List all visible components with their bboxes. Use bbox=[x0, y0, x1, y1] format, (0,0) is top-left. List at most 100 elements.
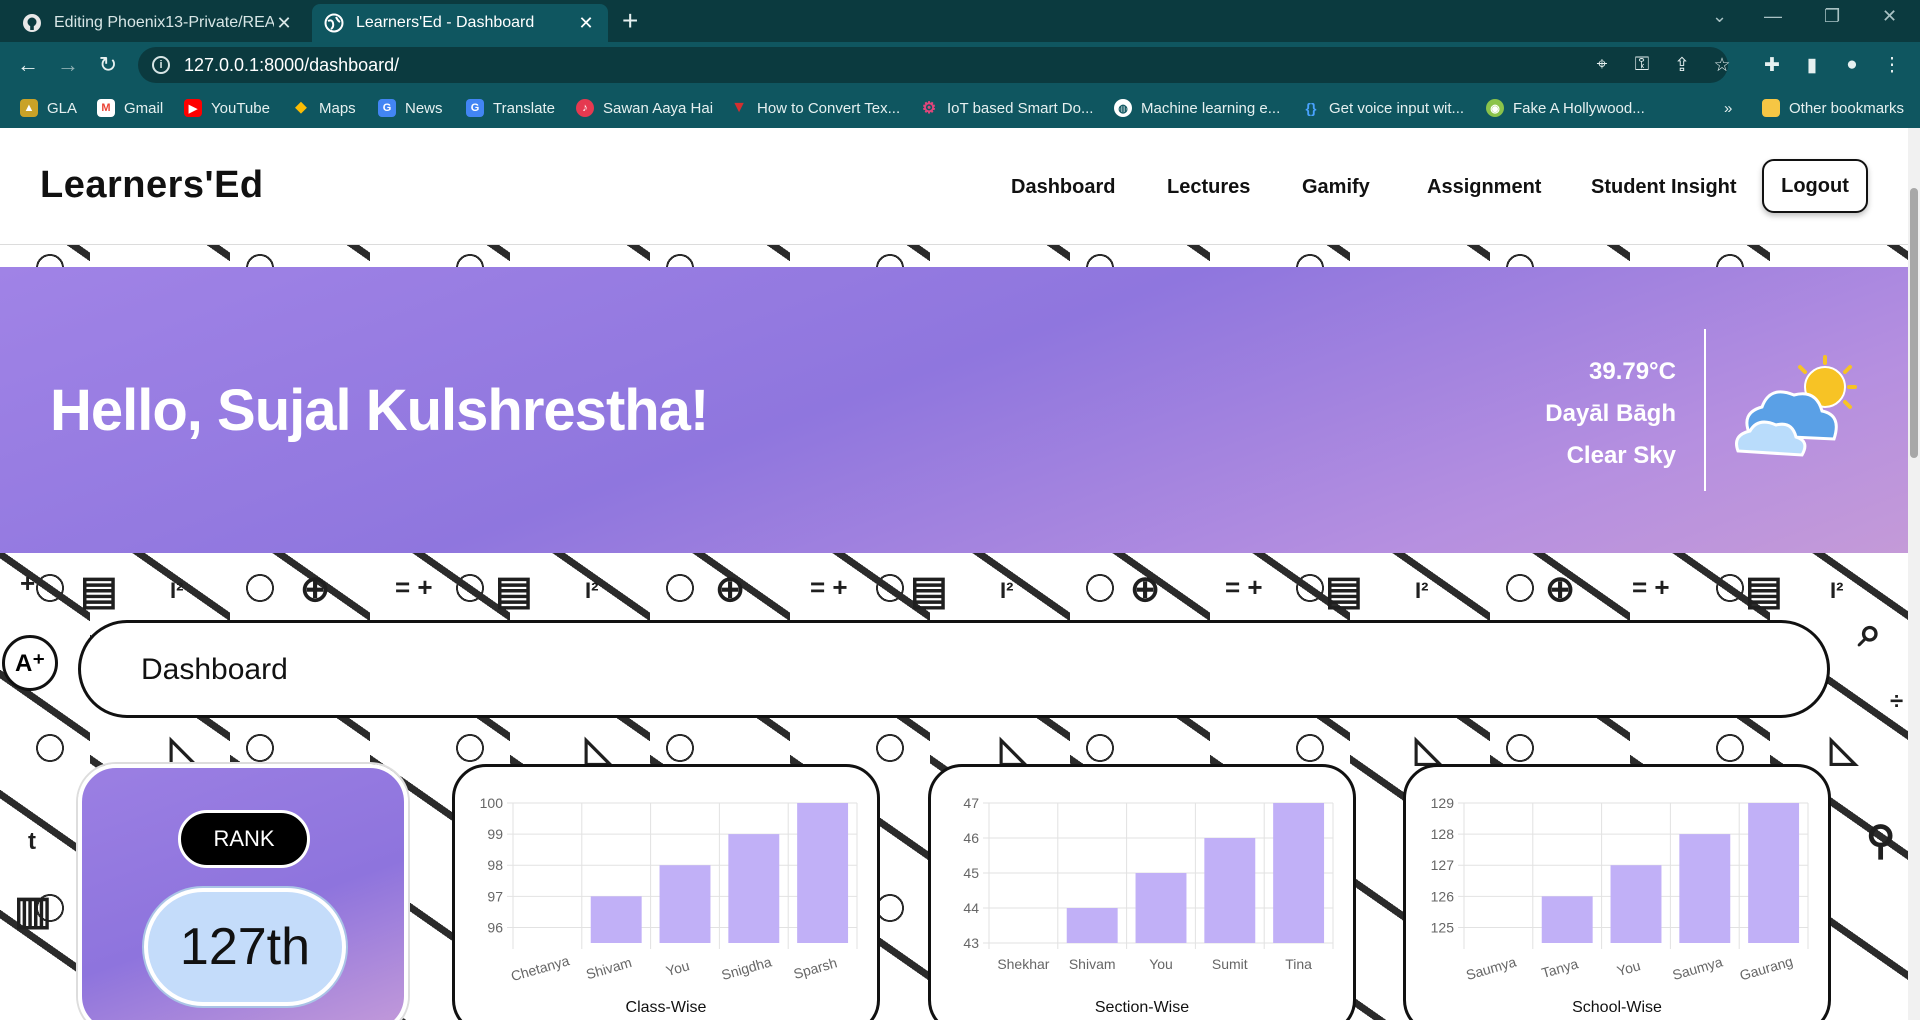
page-viewport: + = + = + = + = + I² I² I² I² I² ▤ ▤ ▤ ▤… bbox=[0, 128, 1920, 1020]
close-icon[interactable]: ✕ bbox=[576, 13, 596, 34]
site-info-icon[interactable]: i bbox=[152, 56, 170, 74]
share-icon[interactable]: ⇪ bbox=[1670, 54, 1694, 77]
bookmark-voice-input[interactable]: {} Get voice input wit... bbox=[1302, 96, 1465, 120]
brand-logo[interactable]: Learners'Ed bbox=[40, 164, 264, 207]
side-panel-icon[interactable]: ▮ bbox=[1800, 54, 1824, 77]
browser-tab-bar: Editing Phoenix13-Private/READI ✕ Learne… bbox=[0, 0, 1920, 42]
page-scrollbar[interactable] bbox=[1908, 128, 1920, 1020]
bookmark-convert-text[interactable]: ▼ How to Convert Tex... bbox=[730, 96, 900, 120]
location-icon[interactable]: ⌖ bbox=[1590, 54, 1614, 76]
bar bbox=[1610, 865, 1662, 943]
bar bbox=[659, 865, 711, 943]
x-tick-label: Shivam bbox=[584, 954, 633, 982]
gmail-icon: M bbox=[97, 99, 115, 117]
url-input[interactable] bbox=[184, 54, 1484, 76]
x-tick-label: Shekhar bbox=[997, 956, 1049, 972]
bar bbox=[1204, 838, 1256, 943]
bar bbox=[728, 834, 780, 943]
y-tick-label: 129 bbox=[1431, 795, 1455, 811]
extensions-icon[interactable]: ✚ bbox=[1760, 54, 1784, 77]
bookmark-iot-smart[interactable]: ⚙ IoT based Smart Do... bbox=[920, 96, 1094, 120]
nav-student-insight[interactable]: Student Insight bbox=[1591, 176, 1737, 199]
braces-icon: {} bbox=[1305, 100, 1317, 116]
notepad-doodle-icon: ▤ bbox=[80, 569, 118, 613]
bookmark-gla[interactable]: ▲ GLA bbox=[20, 96, 77, 120]
gear-icon: ⚙ bbox=[921, 100, 937, 117]
exponent-doodle-icon: I² bbox=[1000, 578, 1014, 603]
github-icon bbox=[22, 13, 42, 33]
location-text: Dayāl Bāgh bbox=[1545, 400, 1676, 427]
bookmark-translate[interactable]: G Translate bbox=[466, 96, 555, 120]
nav-gamify[interactable]: Gamify bbox=[1302, 176, 1370, 199]
window-close-button[interactable]: ✕ bbox=[1882, 6, 1897, 27]
reload-button[interactable]: ↻ bbox=[94, 51, 122, 79]
bookmark-gmail[interactable]: M Gmail bbox=[97, 96, 163, 120]
bookmark-fake-hollywood[interactable]: ◉ Fake A Hollywood... bbox=[1486, 96, 1645, 120]
notepad-doodle-icon: ▤ bbox=[1745, 569, 1783, 613]
y-tick-label: 45 bbox=[963, 865, 979, 881]
dashboard-header: Dashboard bbox=[78, 620, 1830, 718]
globe-doodle-icon: ⊕ bbox=[1545, 568, 1576, 609]
y-tick-label: 99 bbox=[487, 826, 503, 842]
minimize-button[interactable]: — bbox=[1764, 6, 1782, 27]
bookmarks-overflow-button[interactable]: » bbox=[1724, 96, 1732, 120]
bookmarks-bar: ▲ GLA M Gmail ▶ YouTube ⬥ Maps G News G Transl… bbox=[0, 88, 1920, 128]
x-tick-label: Saumya bbox=[1464, 953, 1518, 983]
y-tick-label: 127 bbox=[1431, 857, 1455, 873]
section-wise-chart: 43 44 45 46 47 Shekhar Shivam You Sumit Tina bbox=[963, 795, 1334, 972]
y-tick-label: 98 bbox=[487, 857, 503, 873]
folder-icon bbox=[1762, 99, 1780, 117]
address-bar[interactable]: i bbox=[138, 47, 1728, 83]
nav-dashboard[interactable]: Dashboard bbox=[1011, 176, 1115, 199]
notebook-doodle-icon: ▥ bbox=[14, 889, 52, 933]
bookmark-star-icon[interactable]: ☆ bbox=[1710, 54, 1734, 77]
chart-caption: Section-Wise bbox=[1094, 999, 1190, 1016]
bookmark-maps[interactable]: ⬥ Maps bbox=[292, 96, 355, 120]
notepad-doodle-icon: ▤ bbox=[910, 569, 948, 613]
rank-card: RANK 127th bbox=[78, 764, 408, 1020]
youtube-icon: ▶ bbox=[184, 99, 202, 117]
tab-github-readme[interactable]: Editing Phoenix13-Private/READI ✕ bbox=[10, 4, 306, 42]
close-icon[interactable]: ✕ bbox=[274, 13, 294, 34]
maximize-button[interactable]: ❐ bbox=[1824, 6, 1840, 27]
tab-search-icon[interactable]: ⌄ bbox=[1712, 6, 1727, 27]
x-tick-label: Tina bbox=[1285, 956, 1312, 972]
y-tick-label: 100 bbox=[480, 795, 504, 811]
bookmark-news[interactable]: G News bbox=[378, 96, 443, 120]
condition-text: Clear Sky bbox=[1566, 442, 1676, 469]
scrollbar-thumb[interactable] bbox=[1910, 188, 1918, 458]
triangle-logo-icon: ▼ bbox=[731, 99, 747, 116]
bar bbox=[1135, 873, 1187, 943]
rank-value: 127th bbox=[144, 888, 346, 1006]
y-tick-label: 47 bbox=[963, 795, 979, 811]
tab-learners-ed[interactable]: Learners'Ed - Dashboard ✕ bbox=[312, 4, 608, 42]
profile-avatar[interactable]: ● bbox=[1840, 54, 1864, 76]
bookmark-youtube[interactable]: ▶ YouTube bbox=[184, 96, 270, 120]
equals-doodle-icon: = + bbox=[1632, 572, 1670, 602]
logout-button[interactable]: Logout bbox=[1762, 159, 1868, 213]
x-tick-label: Sparsh bbox=[792, 954, 839, 982]
x-tick-label: Saumya bbox=[1671, 953, 1725, 983]
nav-assignment[interactable]: Assignment bbox=[1427, 176, 1541, 199]
divide-doodle-icon: ÷ bbox=[1890, 688, 1904, 715]
rank-label: RANK bbox=[178, 810, 310, 868]
back-button[interactable]: ← bbox=[14, 51, 42, 79]
key-icon[interactable]: ⚿ bbox=[1630, 54, 1654, 76]
menu-icon[interactable]: ⋮ bbox=[1880, 54, 1904, 77]
temperature-text: 39.79°C bbox=[1589, 358, 1676, 385]
exponent-doodle-icon: I² bbox=[585, 578, 599, 603]
bar bbox=[1541, 896, 1593, 943]
new-tab-button[interactable]: + bbox=[622, 6, 638, 36]
greeting-text: Hello, Sujal Kulshrestha! bbox=[50, 378, 709, 443]
tab-title: Editing Phoenix13-Private/READI bbox=[54, 14, 274, 31]
x-tick-label: Chetanya bbox=[509, 952, 571, 984]
maps-pin-icon: ⬥ bbox=[295, 99, 307, 116]
exponent-doodle-icon: I² bbox=[1415, 578, 1429, 603]
x-tick-label: You bbox=[664, 957, 691, 979]
nav-lectures[interactable]: Lectures bbox=[1167, 176, 1250, 199]
bookmark-sawan-aaya-hai[interactable]: ♪ Sawan Aaya Hai bbox=[576, 96, 713, 120]
bookmark-machine-learning[interactable]: ◍ Machine learning e... bbox=[1114, 96, 1280, 120]
weather-info: 39.79°C Dayāl Bāgh Clear Sky bbox=[1545, 351, 1676, 477]
other-bookmarks[interactable]: Other bookmarks bbox=[1762, 96, 1904, 120]
forward-button[interactable]: → bbox=[54, 51, 82, 79]
